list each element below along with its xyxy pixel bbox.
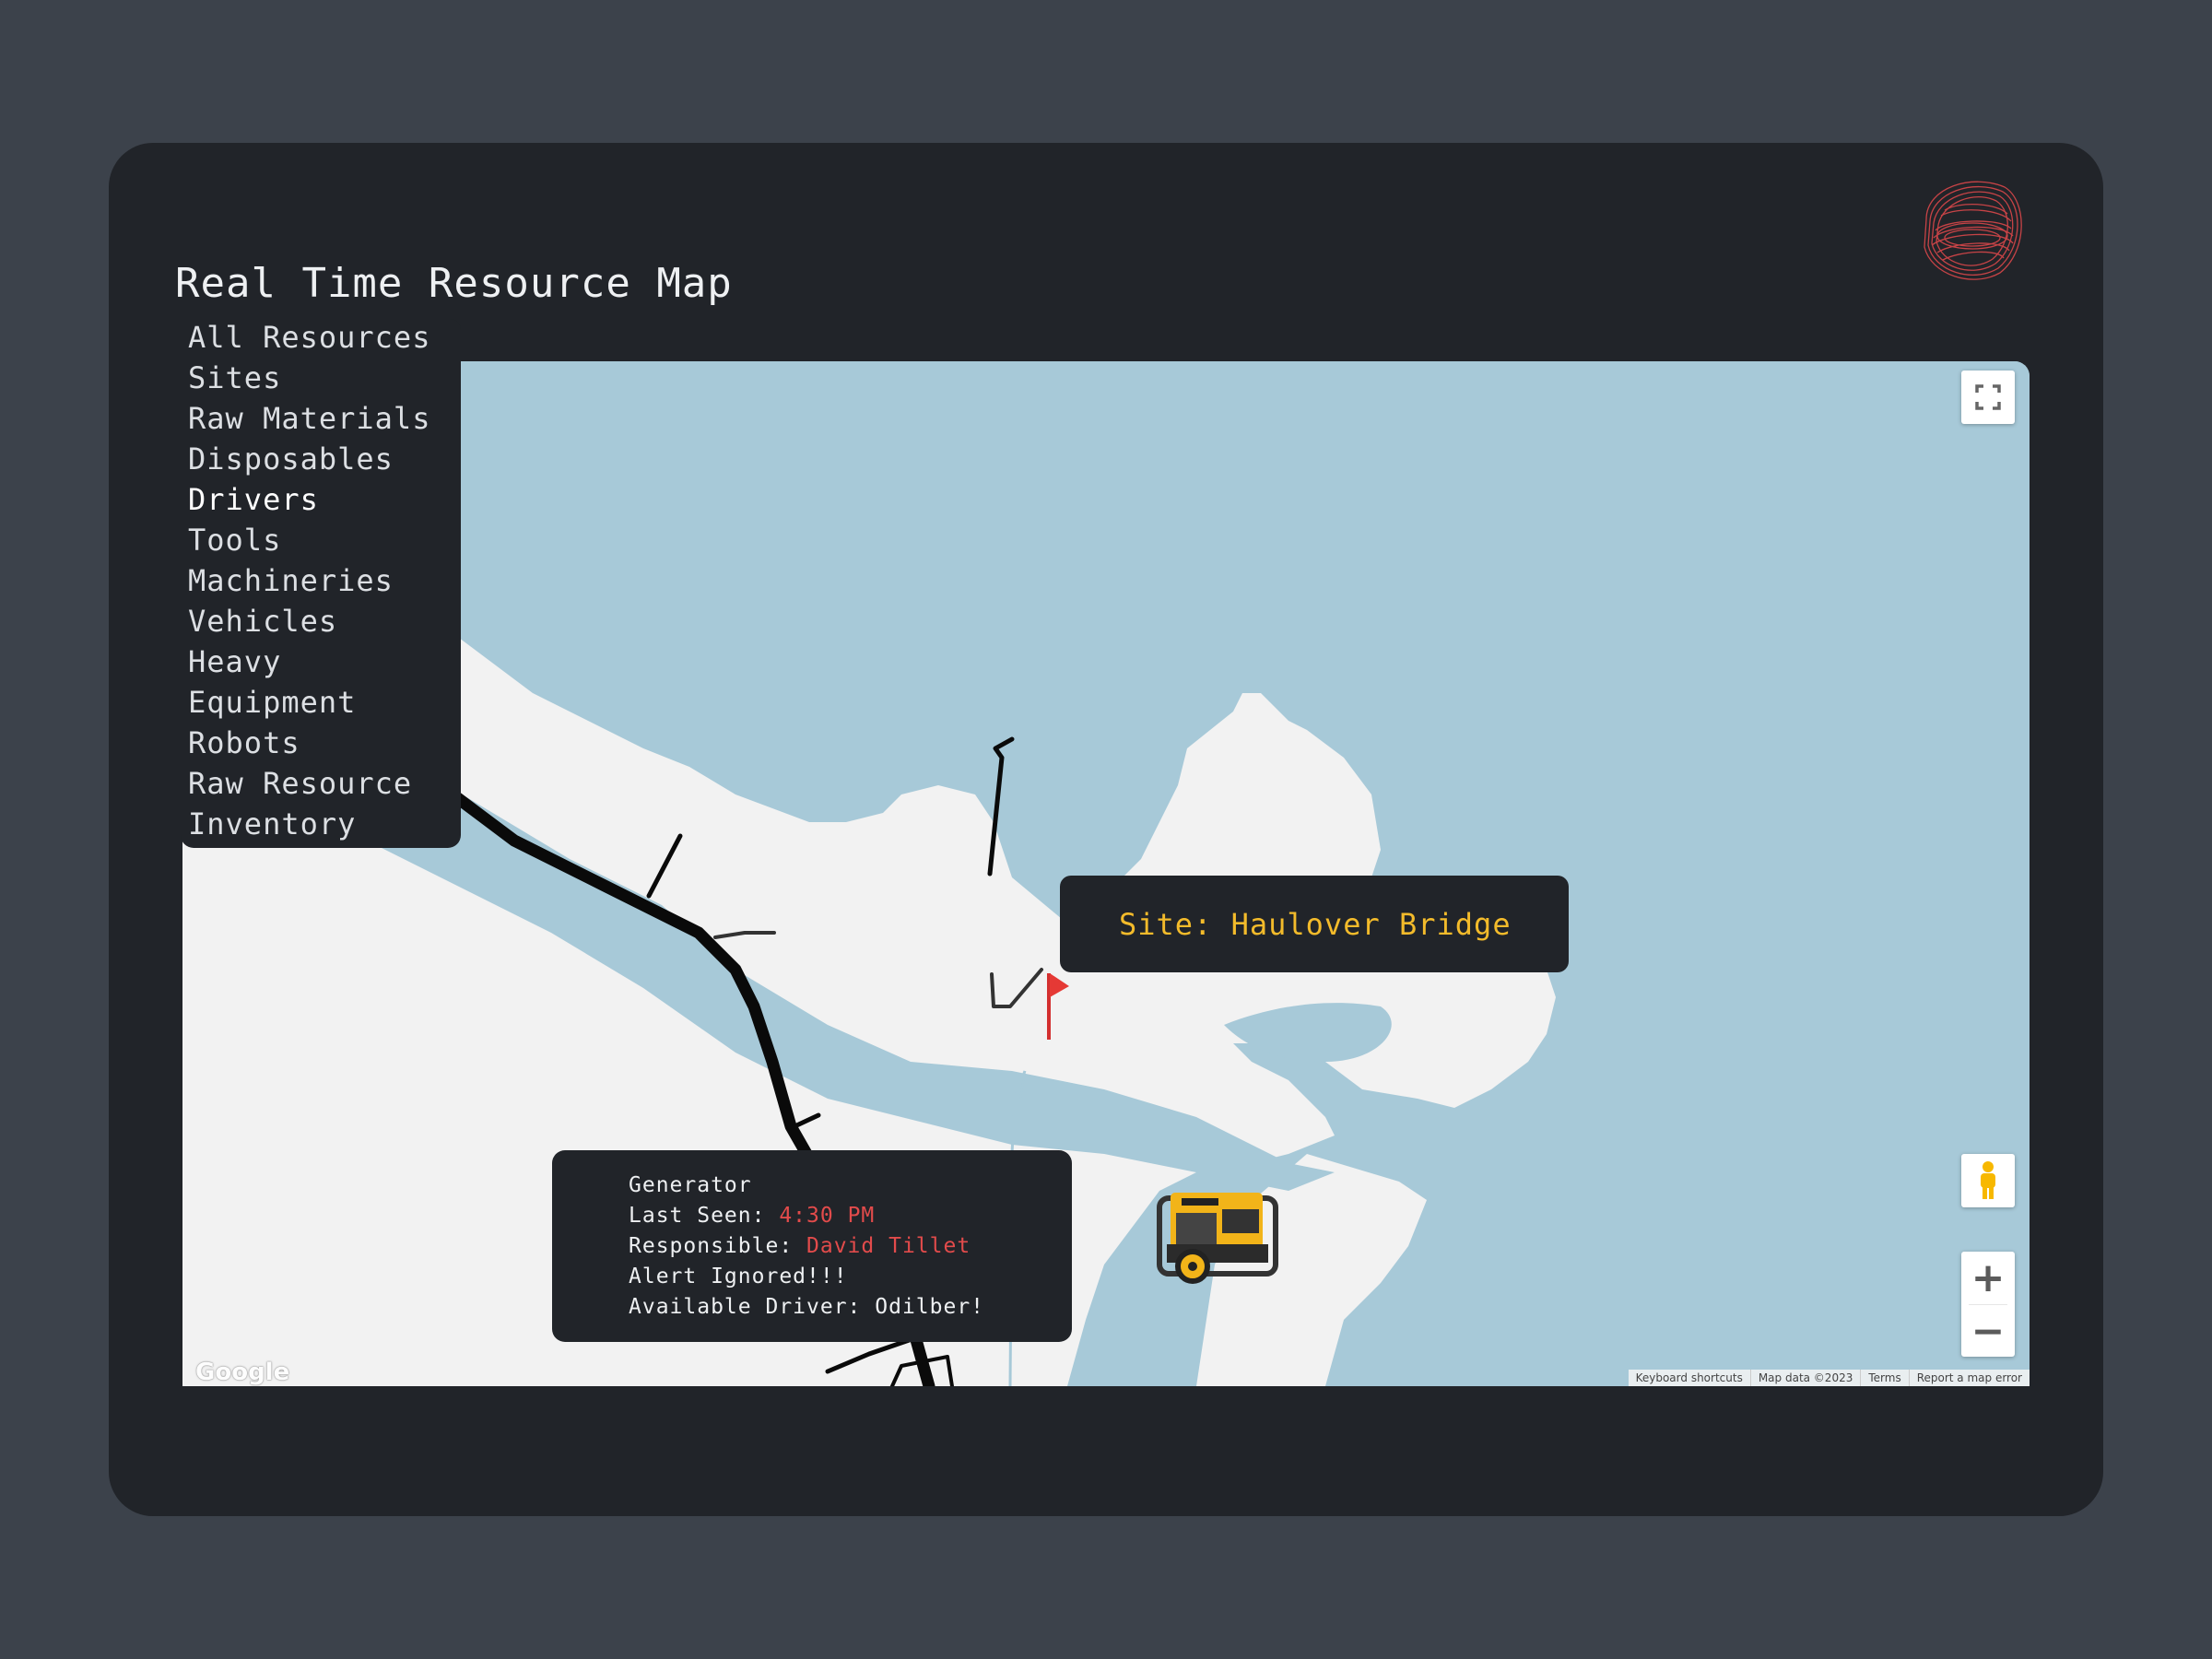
menu-item-heavy[interactable]: Heavy: [181, 643, 461, 684]
menu-item-disposables[interactable]: Disposables: [181, 441, 461, 481]
site-label-text: Site: Haulover Bridge: [1119, 906, 1512, 942]
fullscreen-icon: [1975, 384, 2001, 410]
page-title: Real Time Resource Map: [175, 260, 733, 307]
available-driver: Available Driver: Odilber!: [629, 1295, 985, 1319]
menu-item-inventory[interactable]: Inventory: [181, 806, 461, 846]
responsible-label: Responsible:: [629, 1234, 807, 1258]
site-label-haulover-bridge[interactable]: Site: Haulover Bridge: [1060, 876, 1569, 972]
menu-item-robots[interactable]: Robots: [181, 724, 461, 765]
menu-item-machineries[interactable]: Machineries: [181, 562, 461, 603]
menu-item-drivers[interactable]: Drivers: [181, 481, 461, 522]
menu-item-raw-materials[interactable]: Raw Materials: [181, 400, 461, 441]
menu-item-sites[interactable]: Sites: [181, 359, 461, 400]
report-map-error-link[interactable]: Report a map error: [1908, 1370, 2030, 1386]
alert-status: Alert Ignored!!!: [629, 1265, 848, 1288]
menu-item-all-resources[interactable]: All Resources: [181, 319, 461, 359]
zoom-in-button[interactable]: +: [1961, 1252, 2015, 1304]
resource-name: Generator: [629, 1173, 752, 1197]
responsible-value: David Tillet: [806, 1234, 971, 1258]
last-seen-value: 4:30 PM: [779, 1204, 876, 1228]
pegman-icon: [1981, 1161, 1995, 1199]
responsible-row: Responsible: David Tillet: [629, 1231, 1072, 1262]
terms-link[interactable]: Terms: [1860, 1370, 1908, 1386]
menu-item-tools[interactable]: Tools: [181, 522, 461, 562]
menu-item-equipment[interactable]: Equipment: [181, 684, 461, 724]
keyboard-shortcuts-link[interactable]: Keyboard shortcuts: [1629, 1370, 1750, 1386]
street-view-button[interactable]: [1961, 1154, 2015, 1207]
resource-filter-menu: All Resources Sites Raw Materials Dispos…: [181, 319, 461, 848]
fullscreen-button[interactable]: [1961, 371, 2015, 424]
menu-item-raw-resource[interactable]: Raw Resource: [181, 765, 461, 806]
zoom-control: + −: [1961, 1252, 2015, 1357]
last-seen-row: Last Seen: 4:30 PM: [629, 1201, 1072, 1231]
google-logo: Google: [195, 1359, 290, 1386]
menu-item-vehicles[interactable]: Vehicles: [181, 603, 461, 643]
map-data-label: Map data ©2023: [1749, 1370, 1861, 1386]
resource-info-popup[interactable]: Generator Last Seen: 4:30 PM Responsible…: [552, 1150, 1072, 1342]
last-seen-label: Last Seen:: [629, 1204, 780, 1228]
map-attribution: Keyboard shortcuts Map data ©2023 Terms …: [1628, 1370, 2030, 1386]
zoom-out-button[interactable]: −: [1961, 1305, 2015, 1358]
logo-icon: [1924, 181, 2022, 280]
